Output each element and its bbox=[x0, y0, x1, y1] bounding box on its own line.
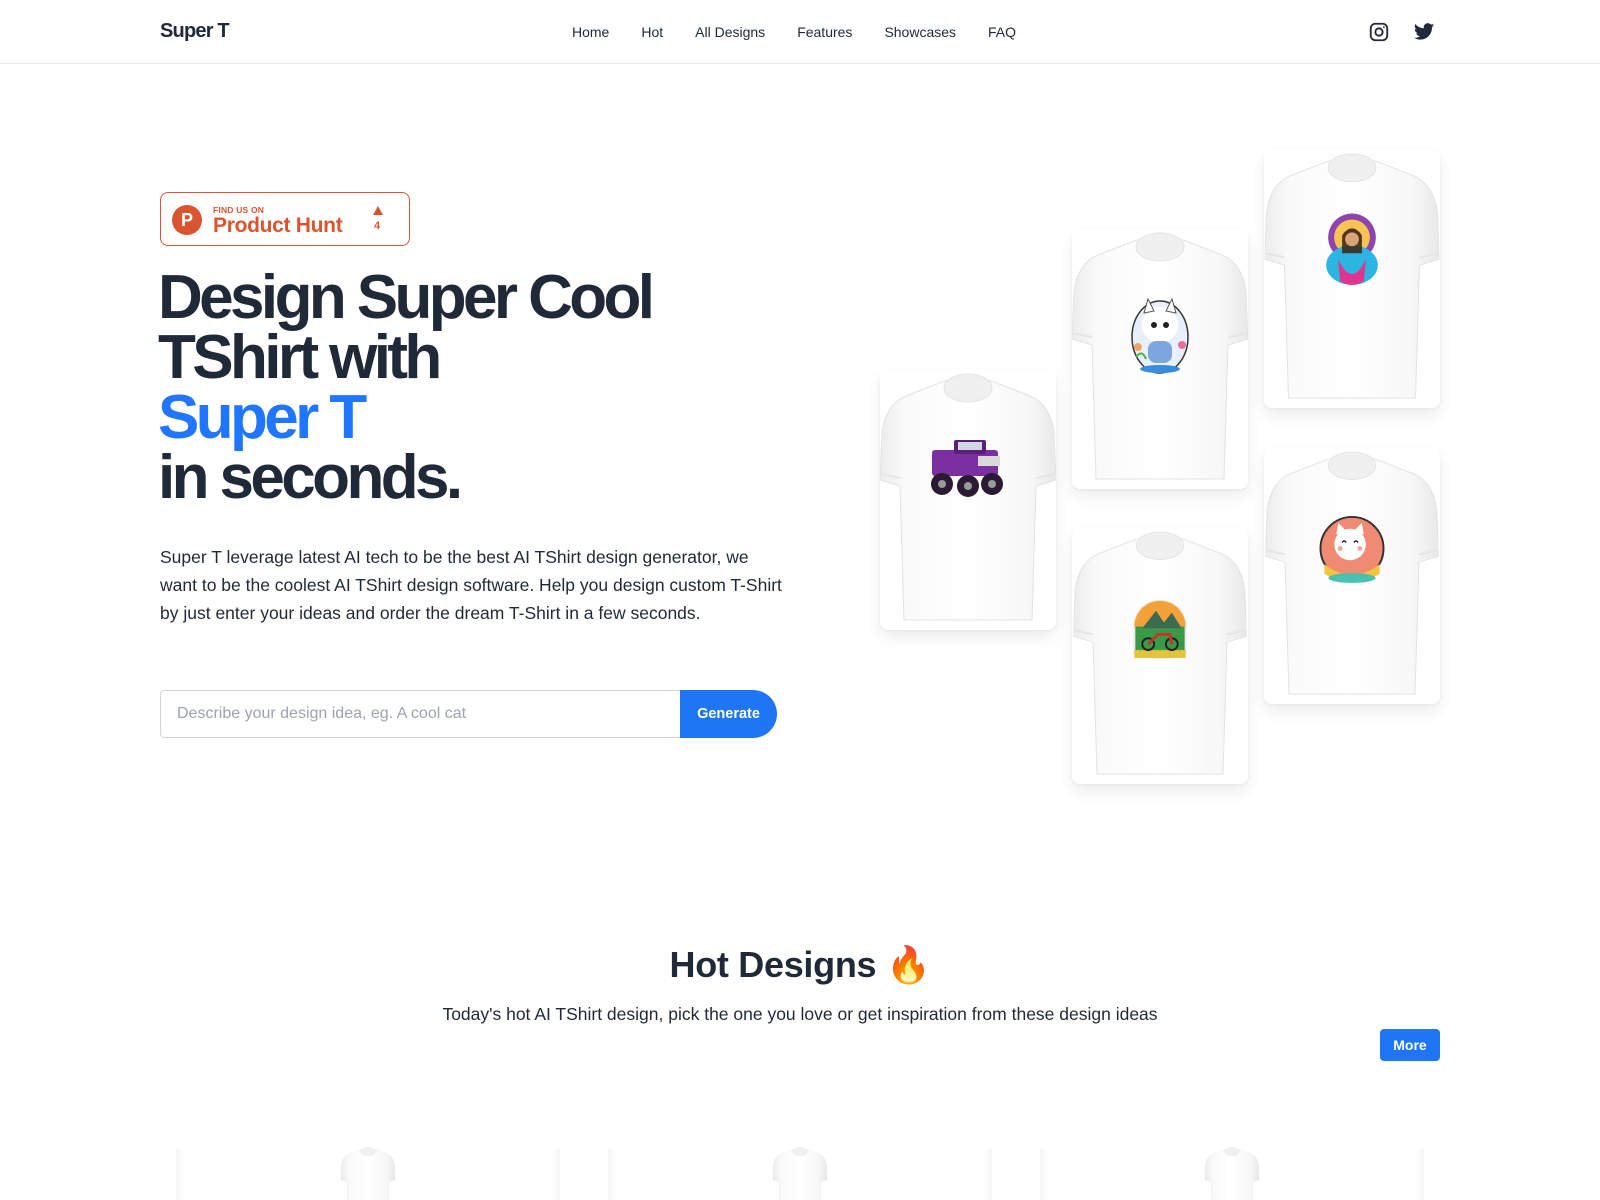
product-hunt-badge[interactable]: P FIND US ON Product Hunt 4 bbox=[160, 192, 410, 246]
tshirt-image bbox=[1072, 528, 1248, 784]
hot-design-card[interactable] bbox=[608, 1140, 992, 1200]
hero-title-accent: Super T bbox=[158, 383, 367, 452]
hero-title-line-2: TShirt with bbox=[158, 323, 442, 392]
site-logo[interactable]: Super T bbox=[160, 20, 230, 43]
showcase-card-happy-cat[interactable] bbox=[1264, 448, 1440, 704]
hero-description: Super T leverage latest AI tech to be th… bbox=[160, 547, 782, 623]
tshirt-image bbox=[720, 1146, 880, 1200]
hero-title-line-4: in seconds. bbox=[158, 443, 463, 512]
hot-designs-title-text: Hot Designs bbox=[669, 944, 877, 985]
halo-girl-design-icon bbox=[1326, 213, 1378, 285]
showcase-card-white-cat[interactable] bbox=[1072, 229, 1248, 489]
showcase-card-motorcycle[interactable] bbox=[1072, 528, 1248, 784]
tshirt-image bbox=[880, 370, 1056, 630]
tshirt-image bbox=[1072, 229, 1248, 489]
more-button[interactable]: More bbox=[1380, 1029, 1440, 1061]
hero-title: Design Super Cool TShirt with Super T in… bbox=[158, 263, 655, 512]
upvote-count: 4 bbox=[374, 220, 381, 232]
upvote-arrow-icon bbox=[373, 206, 383, 215]
design-prompt-form: Generate bbox=[160, 690, 777, 738]
product-hunt-logo-icon: P bbox=[172, 205, 202, 235]
nav-hot[interactable]: Hot bbox=[641, 22, 663, 42]
nav-showcases[interactable]: Showcases bbox=[884, 22, 956, 42]
product-hunt-name: Product Hunt bbox=[213, 214, 343, 237]
top-navbar: Super T Home Hot All Designs Features Sh… bbox=[0, 0, 1600, 64]
nav-all-designs[interactable]: All Designs bbox=[695, 22, 765, 42]
tshirt-image bbox=[288, 1146, 448, 1200]
motorcycle-badge-design-icon bbox=[1133, 599, 1187, 659]
hero-title-line-1: Design Super Cool bbox=[158, 263, 655, 332]
fire-icon: 🔥 bbox=[885, 944, 931, 985]
hot-designs-subtitle: Today's hot AI TShirt design, pick the o… bbox=[442, 1004, 1158, 1024]
nav-home[interactable]: Home bbox=[572, 22, 609, 42]
nav-features[interactable]: Features bbox=[797, 22, 852, 42]
hot-design-card[interactable] bbox=[1040, 1140, 1424, 1200]
instagram-icon[interactable] bbox=[1368, 21, 1390, 43]
cat-flowers-design-icon bbox=[1131, 297, 1189, 374]
design-idea-input[interactable] bbox=[160, 690, 682, 738]
showcase-card-monster-truck[interactable] bbox=[880, 370, 1056, 630]
nav-faq[interactable]: FAQ bbox=[988, 22, 1016, 42]
generate-button[interactable]: Generate bbox=[680, 690, 777, 738]
showcase-card-halo-girl[interactable] bbox=[1264, 150, 1440, 408]
hot-designs-title: Hot Designs 🔥 bbox=[0, 944, 1600, 986]
happy-cat-design-icon bbox=[1319, 515, 1385, 583]
hot-design-card[interactable] bbox=[176, 1140, 560, 1200]
tshirt-image bbox=[1152, 1146, 1312, 1200]
twitter-icon[interactable] bbox=[1413, 21, 1435, 43]
tshirt-image bbox=[1264, 448, 1440, 704]
main-nav: Home Hot All Designs Features Showcases … bbox=[572, 22, 1016, 42]
tshirt-image bbox=[1264, 150, 1440, 408]
